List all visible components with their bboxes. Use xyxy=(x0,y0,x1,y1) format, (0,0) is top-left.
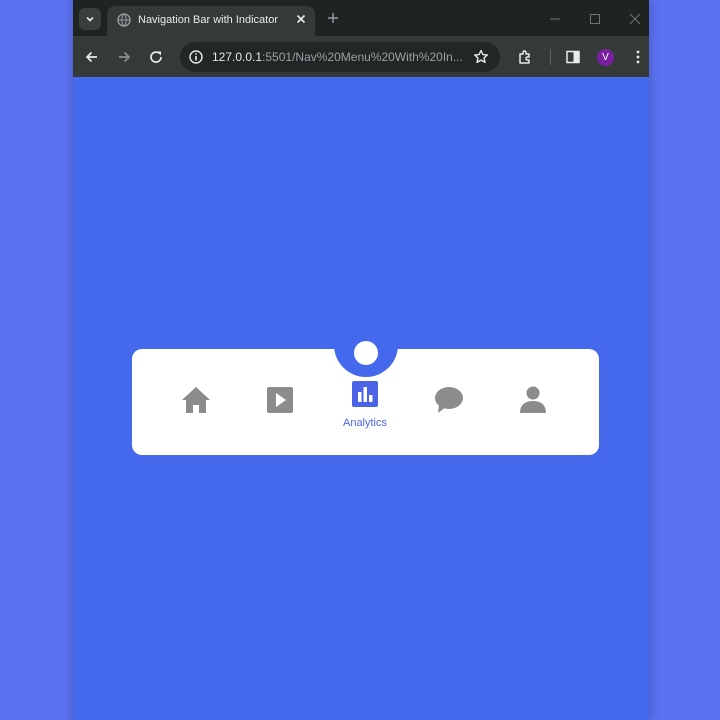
address-bar[interactable]: 127.0.0.1:5501/Nav%20Menu%20With%20In... xyxy=(180,42,500,72)
new-tab-icon[interactable] xyxy=(325,10,341,26)
play-icon xyxy=(267,387,293,413)
browser-window: Navigation Bar with Indicator 127.0.0.1:… xyxy=(73,0,649,720)
back-icon[interactable] xyxy=(83,48,101,66)
navigation-bar: Analytics xyxy=(132,337,599,455)
nav-item-messages[interactable] xyxy=(419,379,479,439)
globe-icon xyxy=(117,13,131,27)
url-text[interactable]: 127.0.0.1:5501/Nav%20Menu%20With%20In... xyxy=(212,50,472,64)
nav-item-analytics[interactable]: Analytics xyxy=(335,379,395,439)
active-indicator xyxy=(354,341,378,365)
maximize-icon[interactable] xyxy=(587,11,603,27)
side-panel-icon[interactable] xyxy=(564,48,582,66)
tab-search-button[interactable] xyxy=(79,8,101,30)
home-icon xyxy=(182,387,210,413)
forward-icon[interactable] xyxy=(115,48,133,66)
reload-icon[interactable] xyxy=(147,48,165,66)
site-info-icon[interactable] xyxy=(188,49,204,65)
profile-avatar[interactable]: V xyxy=(597,49,614,66)
close-tab-icon[interactable] xyxy=(293,11,309,27)
browser-toolbar: 127.0.0.1:5501/Nav%20Menu%20With%20In...… xyxy=(73,36,649,77)
tab-strip: Navigation Bar with Indicator xyxy=(73,0,649,36)
url-host: 127.0.0.1 xyxy=(212,50,263,64)
extensions-icon[interactable] xyxy=(516,48,534,66)
nav-item-profile[interactable] xyxy=(503,379,563,439)
minimize-icon[interactable] xyxy=(547,11,563,27)
analytics-icon xyxy=(352,381,378,407)
chevron-down-icon xyxy=(86,16,94,22)
person-icon xyxy=(520,386,546,413)
active-tab[interactable]: Navigation Bar with Indicator xyxy=(107,6,315,36)
nav-item-video[interactable] xyxy=(250,379,310,439)
nav-item-home[interactable] xyxy=(166,379,226,439)
toolbar-divider xyxy=(550,49,551,65)
bookmark-star-icon[interactable] xyxy=(472,48,490,66)
window-close-icon[interactable] xyxy=(627,11,643,27)
tab-title: Navigation Bar with Indicator xyxy=(138,14,279,26)
chat-icon xyxy=(435,387,463,413)
nav-label-active: Analytics xyxy=(342,417,388,429)
more-menu-icon[interactable] xyxy=(629,48,647,66)
url-path: :5501/Nav%20Menu%20With%20In... xyxy=(262,50,463,64)
